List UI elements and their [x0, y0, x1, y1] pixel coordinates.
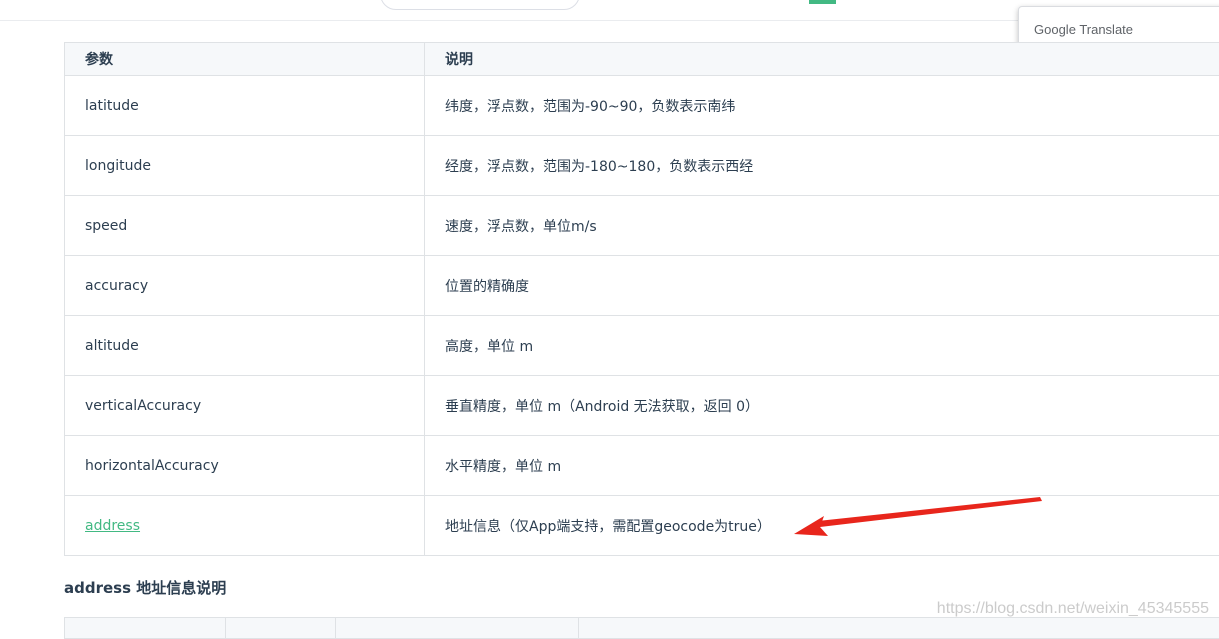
param-cell: accuracy: [65, 256, 425, 316]
param-cell: altitude: [65, 316, 425, 376]
watermark: https://blog.csdn.net/weixin_45345555: [937, 600, 1209, 618]
header-cell-2: [225, 618, 336, 638]
desc-cell: 高度，单位 m: [425, 316, 1219, 376]
param-cell: speed: [65, 196, 425, 256]
param-cell: verticalAccuracy: [65, 376, 425, 436]
params-table: 参数 说明 latitude 纬度，浮点数，范围为-90~90，负数表示南纬 l…: [64, 42, 1219, 556]
red-arrow-annotation: [790, 494, 1050, 544]
table-row: accuracy 位置的精确度: [65, 256, 1219, 316]
table-header-row: 参数 说明: [65, 43, 1219, 76]
address-table-header: [64, 617, 1219, 639]
google-translate-brand: Google: [1034, 22, 1076, 37]
header-cell-1: [65, 618, 225, 638]
desc-cell: 速度，浮点数，单位m/s: [425, 196, 1219, 256]
header-cell-3: [335, 618, 576, 638]
desc-cell: 垂直精度，单位 m（Android 无法获取，返回 0）: [425, 376, 1219, 436]
table-row: longitude 经度，浮点数，范围为-180~180，负数表示西经: [65, 136, 1219, 196]
param-cell: address: [65, 496, 425, 556]
header-param: 参数: [65, 43, 425, 76]
section-title: address 地址信息说明: [64, 577, 226, 598]
google-translate-product: Translate: [1079, 22, 1133, 37]
table-row: verticalAccuracy 垂直精度，单位 m（Android 无法获取，…: [65, 376, 1219, 436]
desc-cell: 水平精度，单位 m: [425, 436, 1219, 496]
param-cell: horizontalAccuracy: [65, 436, 425, 496]
header-desc: 说明: [425, 43, 1219, 76]
param-cell: latitude: [65, 76, 425, 136]
table-row: horizontalAccuracy 水平精度，单位 m: [65, 436, 1219, 496]
desc-cell: 位置的精确度: [425, 256, 1219, 316]
search-input[interactable]: [380, 0, 580, 10]
nav-active-indicator: [809, 0, 836, 4]
desc-cell: 纬度，浮点数，范围为-90~90，负数表示南纬: [425, 76, 1219, 136]
table-row: altitude 高度，单位 m: [65, 316, 1219, 376]
header-cell-4: [578, 618, 899, 638]
desc-cell: 经度，浮点数，范围为-180~180，负数表示西经: [425, 136, 1219, 196]
param-cell: longitude: [65, 136, 425, 196]
table-row: speed 速度，浮点数，单位m/s: [65, 196, 1219, 256]
address-link[interactable]: address: [85, 518, 140, 534]
google-translate-label: Google Translate: [1034, 22, 1133, 37]
table-row: latitude 纬度，浮点数，范围为-90~90，负数表示南纬: [65, 76, 1219, 136]
